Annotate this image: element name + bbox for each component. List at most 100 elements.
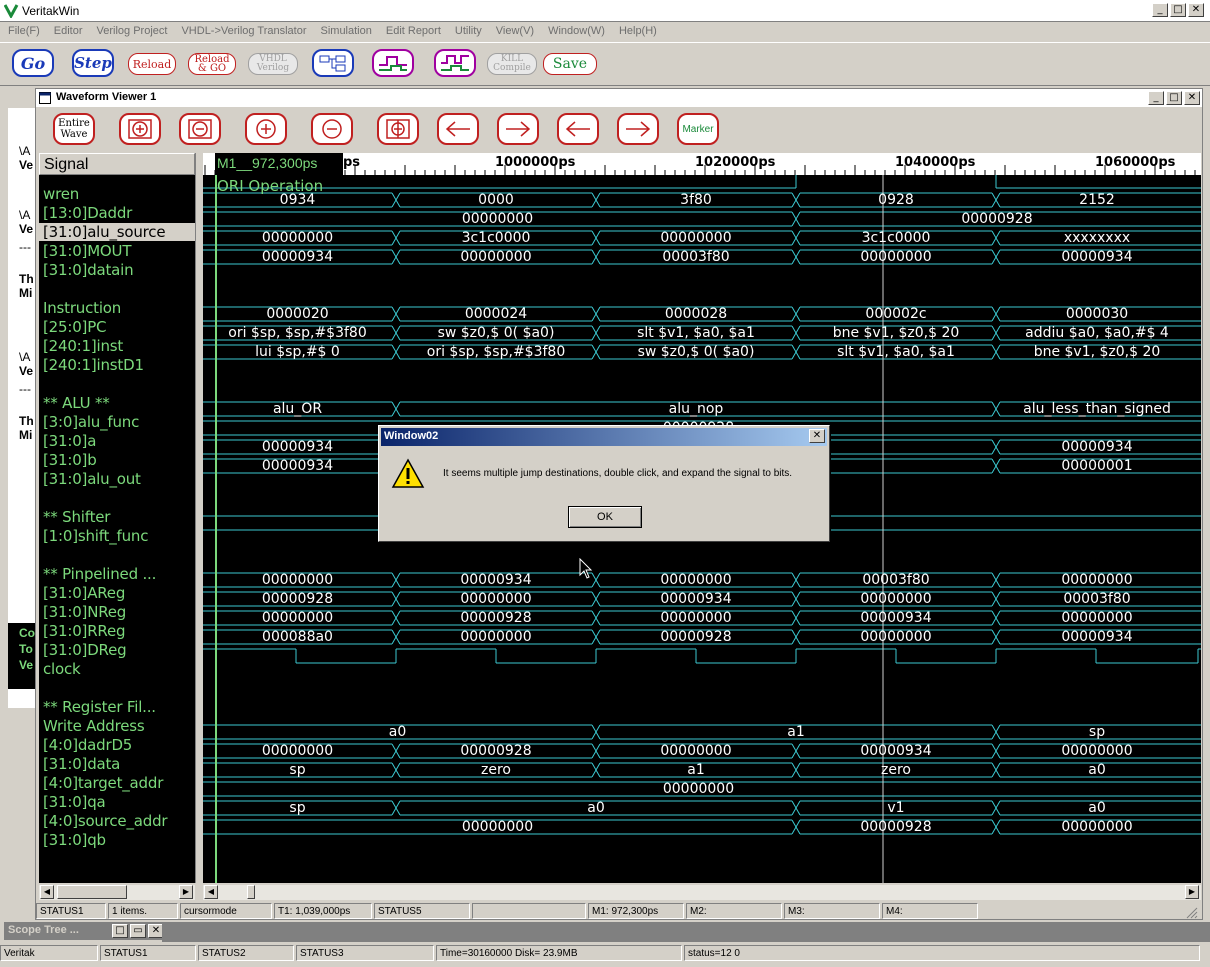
signal-name[interactable]: [4:0]source_addr (43, 812, 168, 830)
menu-window[interactable]: Window(W) (540, 22, 611, 42)
hierarchy-button[interactable] (312, 49, 354, 77)
signal-name[interactable]: [31:0]NReg (43, 603, 126, 621)
restore-icon[interactable]: □ (1166, 91, 1182, 105)
signal-name[interactable]: [4:0]target_addr (43, 774, 163, 792)
bus-value: sw $z0,$ 0( $a0) (637, 344, 755, 360)
signal-name[interactable]: [240:1]instD1 (43, 356, 144, 374)
reload-go-button[interactable]: Reload & GO (188, 53, 236, 75)
scroll-left-arrow-icon[interactable]: ◀ (40, 885, 54, 899)
signal-name[interactable]: Write Address (43, 717, 145, 735)
signal-name[interactable]: [31:0]datain (43, 261, 134, 279)
signal-name[interactable]: [31:0]AReg (43, 584, 125, 602)
menu-utility[interactable]: Utility (447, 22, 488, 42)
zoom-out-area-button[interactable] (179, 113, 221, 145)
scope-tree-minimized[interactable]: Scope Tree ... □ ▭ ✕ (4, 922, 164, 940)
signal-name[interactable]: [31:0]alu_source (39, 223, 199, 241)
close-icon[interactable]: ✕ (1184, 91, 1200, 105)
menu-help[interactable]: Help(H) (611, 22, 663, 42)
step-button[interactable]: Step (72, 49, 114, 77)
bg-fragment: Mi (19, 428, 33, 442)
maximize-icon[interactable]: ▭ (130, 924, 146, 938)
wave-status-field: M1: 972,300ps (588, 903, 684, 919)
background-window-strip: \A Ve \A Ve --- Th Mi \A Ve --- Th Mi Co… (0, 88, 35, 920)
wave-status-field: cursormode (180, 903, 272, 919)
signal-scroll-thumb[interactable] (57, 885, 127, 899)
bus-value: 00000928 (460, 743, 532, 759)
signal-name[interactable]: [4:0]dadrD5 (43, 736, 132, 754)
menu-simulation[interactable]: Simulation (313, 22, 378, 42)
zoom-out-area-icon (188, 119, 212, 139)
signal-name[interactable]: [1:0]shift_func (43, 527, 148, 545)
next-edge-button[interactable] (617, 113, 659, 145)
signal-name[interactable]: ** ALU ** (43, 394, 110, 412)
vhdl-verilog-button[interactable]: VHDL Verilog (248, 53, 298, 75)
zoom-in-area-button[interactable] (119, 113, 161, 145)
close-icon[interactable]: ✕ (1188, 3, 1204, 17)
scroll-left-arrow-icon[interactable]: ◀ (204, 885, 218, 899)
scroll-right-arrow-icon[interactable]: ▶ (179, 885, 193, 899)
signal-name[interactable]: wren (43, 185, 79, 203)
signal-name[interactable]: [240:1]inst (43, 337, 123, 355)
zoom-to-cursor-button[interactable] (377, 113, 419, 145)
signal-scrollbar[interactable]: ◀ ▶ (39, 884, 195, 900)
restore-icon[interactable]: □ (112, 924, 128, 938)
signal-name[interactable]: [31:0]RReg (43, 622, 126, 640)
menu-view[interactable]: View(V) (488, 22, 540, 42)
menu-editor[interactable]: Editor (46, 22, 89, 42)
wave-status-field: STATUS5 (374, 903, 470, 919)
signal-name[interactable]: [31:0]qa (43, 793, 106, 811)
menu-vhdl-translator[interactable]: VHDL->Verilog Translator (173, 22, 312, 42)
bus-value: 00000000 (860, 591, 932, 607)
menu-verilog-project[interactable]: Verilog Project (89, 22, 174, 42)
signal-name[interactable]: [31:0]data (43, 755, 120, 773)
dialog-close-icon[interactable]: ✕ (809, 429, 825, 443)
wave-scroll-thumb[interactable] (247, 885, 255, 899)
signal-name[interactable]: clock (43, 660, 81, 678)
scroll-right-button[interactable] (497, 113, 539, 145)
bg-fragment: Ve (19, 158, 34, 172)
signal-name[interactable]: [31:0]DReg (43, 641, 127, 659)
signal-name[interactable]: [13:0]Daddr (43, 204, 132, 222)
ok-button[interactable]: OK (568, 506, 642, 528)
menu-edit-report[interactable]: Edit Report (378, 22, 447, 42)
kill-compile-button[interactable]: KILL Compile (487, 53, 537, 75)
wave-green-button[interactable] (372, 49, 414, 77)
bg-fragment: Mi (19, 286, 33, 300)
zoom-out-button[interactable] (311, 113, 353, 145)
menu-file[interactable]: File(F) (0, 22, 46, 42)
wave-magenta-button[interactable] (434, 49, 476, 77)
scroll-right-arrow-icon[interactable]: ▶ (1185, 885, 1199, 899)
go-button[interactable]: Go (12, 49, 54, 77)
signal-name[interactable]: [31:0]qb (43, 831, 106, 849)
wave-scrollbar[interactable]: ◀ ▶ (203, 884, 1201, 900)
entire-wave-button[interactable]: Entire Wave (53, 113, 95, 145)
prev-edge-button[interactable] (557, 113, 599, 145)
bus-value: a0 (388, 724, 407, 740)
signal-name[interactable]: ** Shifter (43, 508, 110, 526)
signal-name[interactable]: [31:0]b (43, 451, 97, 469)
zoom-in-button[interactable] (245, 113, 287, 145)
signal-name[interactable]: [31:0]alu_out (43, 470, 141, 488)
bus-value: 00000934 (660, 591, 732, 607)
signal-column-header[interactable]: Signal (39, 153, 195, 175)
minimize-icon[interactable]: _ (1152, 3, 1168, 17)
bus-value: 00000928 (460, 610, 532, 626)
signal-name[interactable]: ** Pinpelined ... (43, 565, 156, 583)
minimize-icon[interactable]: _ (1148, 91, 1164, 105)
signal-name[interactable]: [25:0]PC (43, 318, 107, 336)
signal-name[interactable]: [3:0]alu_func (43, 413, 139, 431)
marker-button[interactable]: Marker (677, 113, 719, 145)
reload-button[interactable]: Reload (128, 53, 176, 75)
signal-name[interactable]: [31:0]MOUT (43, 242, 131, 260)
resize-grip-icon[interactable] (1184, 905, 1198, 919)
signal-name[interactable]: Instruction (43, 299, 121, 317)
signal-name[interactable]: ** Register Fil... (43, 698, 156, 716)
signal-name[interactable]: [31:0]a (43, 432, 96, 450)
wave-status-bar: STATUS1 1 items. cursormode T1: 1,039,00… (36, 903, 1202, 921)
pane-splitter[interactable] (195, 153, 203, 883)
restore-icon[interactable]: □ (1170, 3, 1186, 17)
bus-value: 00000000 (660, 610, 732, 626)
save-button[interactable]: Save (543, 53, 597, 75)
scroll-left-button[interactable] (437, 113, 479, 145)
bus-value: addiu $a0, $a0,#$ 4 (1025, 325, 1169, 341)
